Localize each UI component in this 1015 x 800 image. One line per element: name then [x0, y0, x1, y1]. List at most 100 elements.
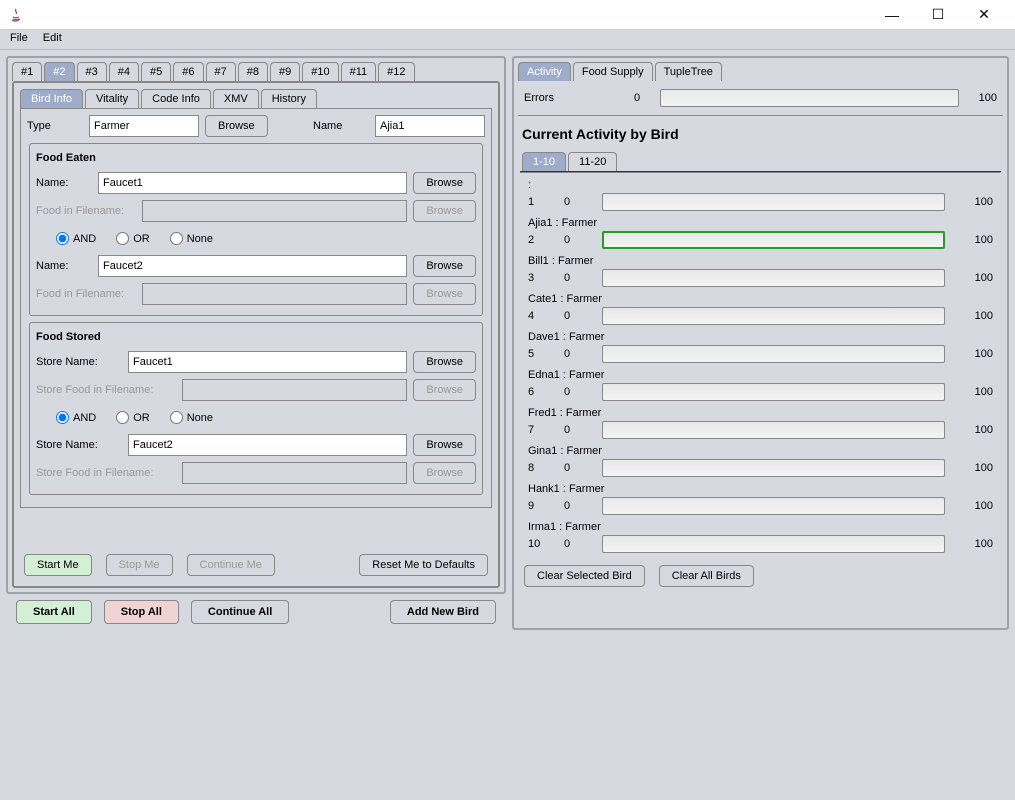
bird-index: 10 [528, 538, 546, 550]
bird-max: 100 [963, 386, 993, 398]
start-me-button[interactable]: Start Me [24, 554, 92, 576]
stop-all-button[interactable]: Stop All [104, 600, 179, 624]
minimize-button[interactable]: — [869, 0, 915, 30]
sub-tab-history[interactable]: History [261, 89, 317, 108]
clear-all-button[interactable]: Clear All Birds [659, 565, 754, 587]
bird-name: : [528, 179, 993, 191]
top-tab-9[interactable]: #9 [270, 62, 300, 81]
food-eaten-section: Food Eaten Name: Browse Food in Filename… [29, 143, 483, 316]
bottom-bar: Start All Stop All Continue All Add New … [6, 594, 506, 630]
page-tab-11-20[interactable]: 11-20 [568, 152, 617, 171]
bird-name: Bill1 : Farmer [528, 255, 993, 267]
bird-index: 3 [528, 272, 546, 284]
top-tab-7[interactable]: #7 [206, 62, 236, 81]
bird-item: Cate1 : Farmer 4 0 100 [528, 293, 993, 325]
fs-radio-and[interactable]: AND [56, 411, 96, 424]
fs-sff1-browse: Browse [413, 379, 476, 401]
title-bar: — ☐ ✕ [0, 0, 1015, 30]
top-tab-11[interactable]: #11 [341, 62, 377, 81]
continue-all-button[interactable]: Continue All [191, 600, 289, 624]
bird-index: 9 [528, 500, 546, 512]
fe-name1-browse[interactable]: Browse [413, 172, 476, 194]
fe-ff1-input [142, 200, 407, 222]
fs-radio-none[interactable]: None [170, 411, 213, 424]
menu-edit[interactable]: Edit [43, 32, 62, 44]
bird-item: Edna1 : Farmer 6 0 100 [528, 369, 993, 401]
type-browse-button[interactable]: Browse [205, 115, 268, 137]
bird-item: Gina1 : Farmer 8 0 100 [528, 445, 993, 477]
errors-label: Errors [524, 92, 554, 104]
menu-file[interactable]: File [10, 32, 28, 44]
fe-radio-none[interactable]: None [170, 232, 213, 245]
bird-name: Ajia1 : Farmer [528, 217, 993, 229]
sub-tab-xmv[interactable]: XMV [213, 89, 259, 108]
bird-max: 100 [963, 310, 993, 322]
sub-tab-bird-info[interactable]: Bird Info [20, 89, 83, 108]
name-input[interactable] [375, 115, 485, 137]
left-panel: #1#2#3#4#5#6#7#8#9#10#11#12 Bird InfoVit… [6, 56, 506, 594]
bird-item: Bill1 : Farmer 3 0 100 [528, 255, 993, 287]
fe-radio-or[interactable]: OR [116, 232, 150, 245]
bird-max: 100 [963, 538, 993, 550]
top-tab-3[interactable]: #3 [77, 62, 107, 81]
page-tab-1-10[interactable]: 1-10 [522, 152, 566, 171]
right-tab-food-supply[interactable]: Food Supply [573, 62, 653, 81]
menu-bar: File Edit [0, 30, 1015, 50]
bird-index: 2 [528, 234, 546, 246]
bird-max: 100 [963, 424, 993, 436]
sub-tab-vitality[interactable]: Vitality [85, 89, 139, 108]
reset-me-button[interactable]: Reset Me to Defaults [359, 554, 488, 576]
type-input[interactable] [89, 115, 199, 137]
bird-name: Irma1 : Farmer [528, 521, 993, 533]
fs-sff1-label: Store Food in Filename: [36, 384, 176, 396]
bird-index: 4 [528, 310, 546, 322]
top-tab-6[interactable]: #6 [173, 62, 203, 81]
top-tab-8[interactable]: #8 [238, 62, 268, 81]
bird-name: Edna1 : Farmer [528, 369, 993, 381]
fe-name1-input[interactable] [98, 172, 407, 194]
fe-name2-input[interactable] [98, 255, 407, 277]
bird-item: Irma1 : Farmer 10 0 100 [528, 521, 993, 553]
top-tab-4[interactable]: #4 [109, 62, 139, 81]
bird-progress-bar [602, 269, 945, 287]
bird-index: 6 [528, 386, 546, 398]
top-tab-5[interactable]: #5 [141, 62, 171, 81]
fs-sn1-input[interactable] [128, 351, 407, 373]
sub-tabs: Bird InfoVitalityCode InfoXMVHistory [18, 87, 494, 108]
activity-title: Current Activity by Bird [514, 116, 1007, 148]
fs-sff2-label: Store Food in Filename: [36, 467, 176, 479]
fe-ff1-browse: Browse [413, 200, 476, 222]
top-tab-12[interactable]: #12 [378, 62, 414, 81]
top-tab-1[interactable]: #1 [12, 62, 42, 81]
sub-tab-code-info[interactable]: Code Info [141, 89, 211, 108]
right-tab-activity[interactable]: Activity [518, 62, 571, 81]
fe-ff2-label: Food in Filename: [36, 288, 136, 300]
bird-max: 100 [963, 348, 993, 360]
bird-progress-bar [602, 231, 945, 249]
errors-value: 0 [634, 92, 640, 104]
add-new-bird-button[interactable]: Add New Bird [390, 600, 496, 624]
top-tab-10[interactable]: #10 [302, 62, 338, 81]
fs-sn2-input[interactable] [128, 434, 407, 456]
right-tab-tupletree[interactable]: TupleTree [655, 62, 722, 81]
clear-selected-button[interactable]: Clear Selected Bird [524, 565, 645, 587]
fs-radio-or[interactable]: OR [116, 411, 150, 424]
maximize-button[interactable]: ☐ [915, 0, 961, 30]
fe-radio-and[interactable]: AND [56, 232, 96, 245]
top-tab-2[interactable]: #2 [44, 62, 74, 81]
bird-value: 0 [564, 310, 584, 322]
start-all-button[interactable]: Start All [16, 600, 92, 624]
fs-sff1-input [182, 379, 407, 401]
close-button[interactable]: ✕ [961, 0, 1007, 30]
bird-value: 0 [564, 500, 584, 512]
bird-progress-bar [602, 421, 945, 439]
fe-name2-browse[interactable]: Browse [413, 255, 476, 277]
errors-max: 100 [979, 92, 997, 104]
bird-max: 100 [963, 234, 993, 246]
bird-name: Fred1 : Farmer [528, 407, 993, 419]
fs-sn1-browse[interactable]: Browse [413, 351, 476, 373]
fs-sn2-browse[interactable]: Browse [413, 434, 476, 456]
bird-value: 0 [564, 196, 584, 208]
bird-name: Cate1 : Farmer [528, 293, 993, 305]
bird-progress-bar [602, 535, 945, 553]
